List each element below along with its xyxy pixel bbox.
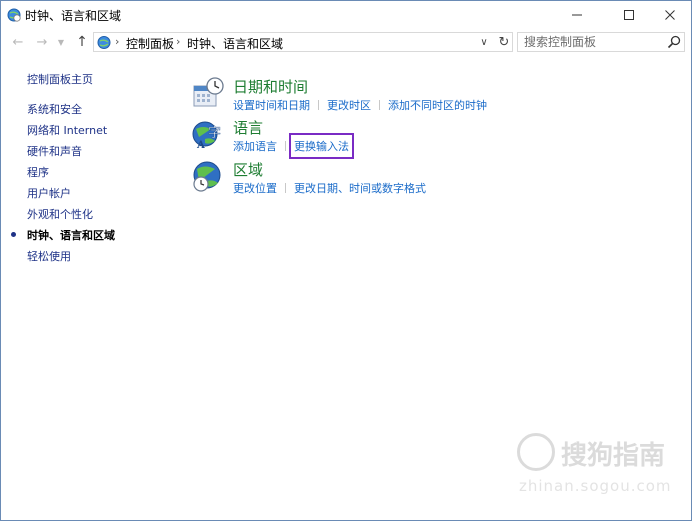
category-links-date-time: 设置时间和日期 更改时区 添加不同时区的时钟 [233, 97, 487, 113]
refresh-icon: ↻ [498, 34, 510, 50]
category-links-region: 更改位置 更改日期、时间或数字格式 [233, 180, 426, 196]
maximize-button[interactable] [606, 1, 652, 29]
category-links-language: 添加语言 更换输入法 [233, 133, 354, 159]
search-input[interactable] [518, 33, 663, 51]
svg-text:A: A [196, 140, 205, 151]
link-separator [285, 141, 286, 151]
breadcrumb-separator-icon[interactable]: › [277, 35, 281, 48]
breadcrumb-current[interactable]: 时钟、语言和区域 [187, 35, 283, 52]
category-title-date-time[interactable]: 日期和时间 [233, 76, 308, 97]
link-change-input-method[interactable]: 更换输入法 [289, 133, 354, 159]
svg-text:字: 字 [208, 126, 221, 141]
recent-locations-button[interactable]: ▼ [55, 33, 67, 51]
sidebar-item-programs[interactable]: 程序 [27, 164, 49, 180]
link-separator [285, 183, 286, 193]
minimize-button[interactable] [554, 1, 600, 29]
category-title-language[interactable]: 语言 [233, 117, 263, 138]
active-indicator [11, 232, 16, 237]
link-add-language[interactable]: 添加语言 [233, 138, 277, 154]
category-title-region[interactable]: 区域 [233, 159, 263, 180]
up-button[interactable]: ↑ [73, 33, 91, 51]
control-panel-window: 时钟、语言和区域 ← → ▼ ↑ › 控制面板 › 时钟、语言和区域 › ∨ ↻… [0, 0, 692, 521]
close-button[interactable] [647, 1, 692, 29]
clock-globe-icon [7, 8, 21, 22]
sidebar-item-hardware-sound[interactable]: 硬件和声音 [27, 143, 82, 159]
title-bar: 时钟、语言和区域 [1, 1, 691, 29]
sidebar-item-clock-language-region[interactable]: 时钟、语言和区域 [27, 227, 115, 243]
link-change-formats[interactable]: 更改日期、时间或数字格式 [294, 180, 426, 196]
navigation-bar: ← → ▼ ↑ › 控制面板 › 时钟、语言和区域 › ∨ ↻ [1, 30, 691, 54]
watermark: 搜狗指南 zhinan.sogou.com [515, 433, 685, 503]
link-add-clocks[interactable]: 添加不同时区的时钟 [388, 97, 487, 113]
sidebar-item-user-accounts[interactable]: 用户帐户 [27, 185, 71, 201]
sidebar-item-home[interactable]: 控制面板主页 [27, 71, 93, 87]
link-change-time-zone[interactable]: 更改时区 [327, 97, 371, 113]
search-icon[interactable] [666, 34, 682, 50]
arrow-left-icon: ← [12, 34, 24, 50]
sidebar-item-appearance[interactable]: 外观和个性化 [27, 206, 93, 222]
sidebar-item-ease-of-access[interactable]: 轻松使用 [27, 248, 71, 264]
breadcrumb-separator-icon[interactable]: › [176, 35, 180, 48]
chevron-down-icon: ∨ [480, 36, 488, 48]
chevron-down-icon: ▼ [57, 37, 65, 47]
link-separator [318, 100, 319, 110]
window-title: 时钟、语言和区域 [25, 9, 122, 23]
minimize-icon [572, 14, 582, 16]
calendar-clock-icon [193, 77, 224, 107]
search-box[interactable] [517, 32, 685, 52]
sogou-logo-icon [517, 433, 555, 471]
control-panel-icon [97, 36, 111, 49]
address-bar[interactable]: › 控制面板 › 时钟、语言和区域 › ∨ ↻ [93, 32, 513, 52]
watermark-text: 搜狗指南 [561, 441, 666, 471]
sidebar-item-system-security[interactable]: 系统和安全 [27, 101, 82, 117]
forward-button[interactable]: → [33, 33, 51, 51]
close-icon [665, 10, 675, 20]
language-icon: 字 A [192, 121, 221, 151]
breadcrumb-separator-icon: › [115, 35, 120, 48]
sidebar-item-network[interactable]: 网络和 Internet [27, 122, 107, 138]
arrow-right-icon: → [36, 34, 48, 50]
address-dropdown-button[interactable]: ∨ [477, 34, 491, 50]
arrow-up-icon: ↑ [76, 34, 88, 50]
back-button[interactable]: ← [9, 33, 27, 51]
breadcrumb-control-panel[interactable]: 控制面板 [126, 35, 174, 52]
maximize-icon [624, 10, 634, 20]
globe-clock-icon [193, 161, 221, 192]
refresh-button[interactable]: ↻ [496, 33, 512, 51]
link-change-location[interactable]: 更改位置 [233, 180, 277, 196]
link-set-time-date[interactable]: 设置时间和日期 [233, 97, 310, 113]
watermark-url: zhinan.sogou.com [519, 477, 672, 495]
link-separator [379, 100, 380, 110]
